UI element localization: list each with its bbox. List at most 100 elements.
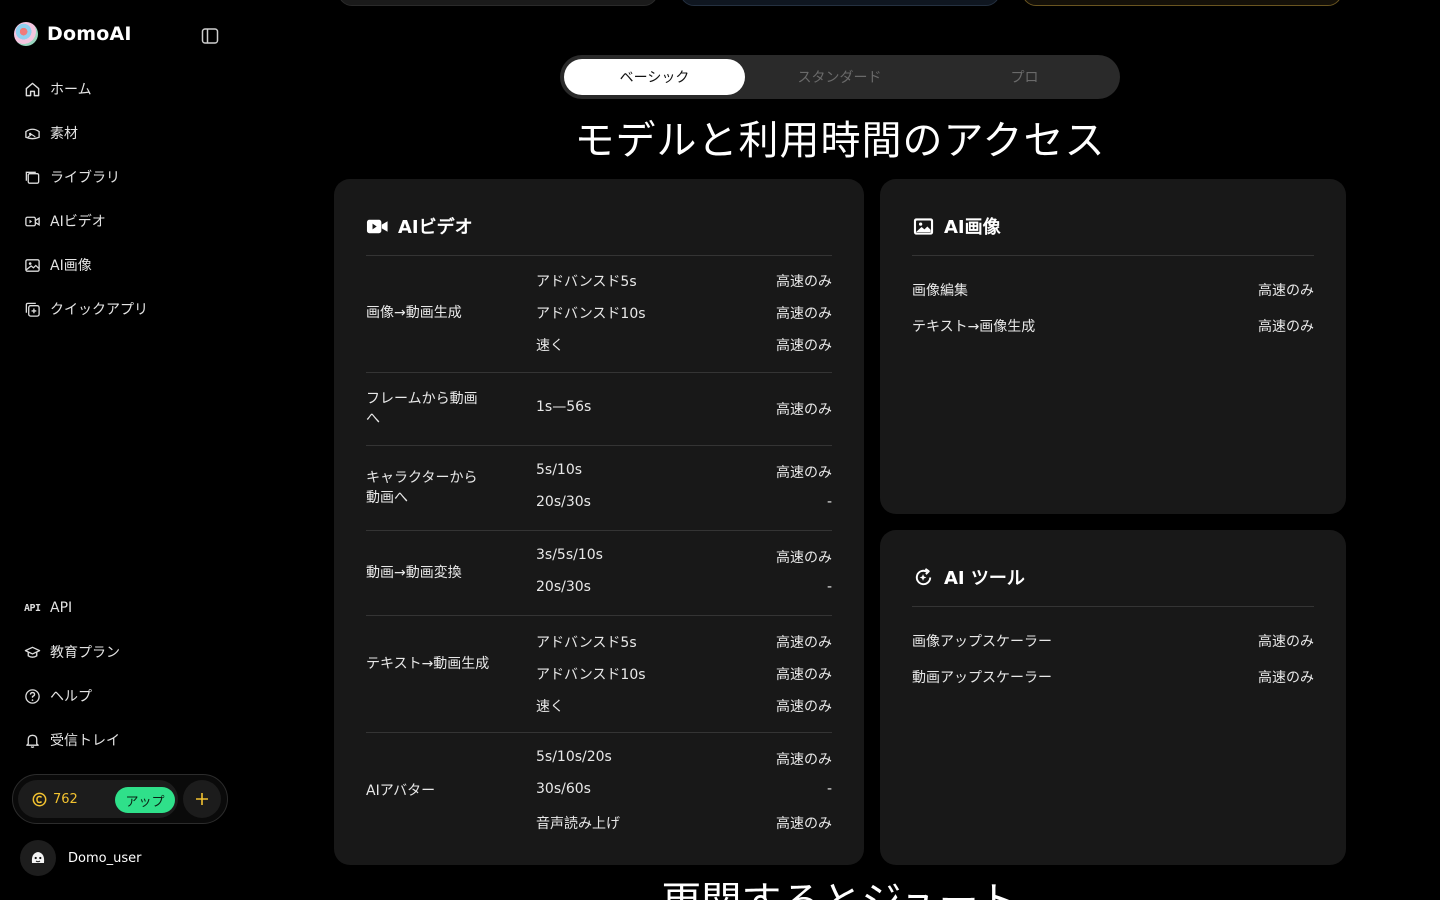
speed-value: - bbox=[826, 494, 832, 510]
education-icon bbox=[24, 646, 41, 658]
upgrade-button[interactable]: アップ bbox=[115, 787, 175, 813]
option-label: 速く bbox=[536, 699, 564, 715]
nav-item-ai-video[interactable]: AIビデオ bbox=[24, 210, 148, 232]
speed-value: 高速のみ bbox=[776, 338, 832, 354]
speed-value: - bbox=[826, 579, 832, 595]
option-row: アドバンスド5s 高速のみ bbox=[366, 271, 832, 291]
ai-tools-card: AI ツール 画像アップスケーラー 高速のみ 動画アップスケーラー 高速のみ bbox=[880, 530, 1346, 865]
option-label: 5s/10s/20s bbox=[536, 749, 612, 765]
next-section-title: 更関するとジュート bbox=[334, 882, 1346, 900]
option-row: 30s/60s - bbox=[366, 781, 832, 801]
brand-name: DomoAI bbox=[47, 23, 132, 45]
speed-value: - bbox=[826, 781, 832, 797]
domoai-logo-icon bbox=[14, 22, 38, 46]
nav-item-home[interactable]: ホーム bbox=[24, 78, 148, 100]
option-label: 速く bbox=[536, 338, 564, 354]
image-icon bbox=[913, 217, 934, 235]
option-row: 3s/5s/10s 高速のみ bbox=[366, 547, 832, 567]
video-camera-icon bbox=[366, 219, 388, 233]
divider bbox=[912, 255, 1314, 256]
divider bbox=[366, 372, 832, 373]
credit-panel: 762 アップ bbox=[12, 774, 228, 824]
nav-item-library[interactable]: ライブラリ bbox=[24, 166, 148, 188]
nav-item-label: AIビデオ bbox=[50, 214, 106, 230]
nav-item-label: ライブラリ bbox=[50, 170, 120, 186]
speed-value: 高速のみ bbox=[776, 816, 832, 832]
tab-basic[interactable]: ベーシック bbox=[564, 59, 745, 95]
secondary-nav: API API 教育プラン ヘルプ 受信トレイ bbox=[24, 597, 120, 773]
speed-value: 高速のみ bbox=[776, 402, 832, 418]
tab-pro[interactable]: プロ bbox=[934, 59, 1115, 95]
avatar bbox=[20, 840, 56, 876]
plan-tabs: ベーシック スタンダード プロ bbox=[560, 55, 1120, 99]
option-label: アドバンスド5s bbox=[536, 274, 637, 290]
tab-standard[interactable]: スタンダード bbox=[749, 59, 930, 95]
nav-item-assets[interactable]: 素材 bbox=[24, 122, 148, 144]
nav-item-label: ヘルプ bbox=[50, 689, 92, 705]
option-row: アドバンスド10s 高速のみ bbox=[366, 303, 832, 323]
option-label: 3s/5s/10s bbox=[536, 547, 603, 563]
card-header: AI画像 bbox=[912, 213, 1001, 239]
option-label: アドバンスド10s bbox=[536, 306, 646, 322]
option-label: 音声読み上げ bbox=[536, 816, 620, 832]
option-row: 20s/30s - bbox=[366, 579, 832, 599]
sidebar: DomoAI ホーム 素材 ライブラリ AIビデオ AI画像 クイックアプリ A… bbox=[0, 0, 240, 900]
divider bbox=[366, 530, 832, 531]
divider bbox=[366, 255, 832, 256]
divider bbox=[366, 732, 832, 733]
speed-value: 高速のみ bbox=[776, 306, 832, 322]
option-row: 速く 高速のみ bbox=[366, 696, 832, 716]
option-label: 5s/10s bbox=[536, 462, 583, 478]
divider bbox=[366, 615, 832, 616]
speed-value: 高速のみ bbox=[1258, 634, 1314, 650]
speed-value: 高速のみ bbox=[1258, 283, 1314, 299]
option-row: 5s/10s 高速のみ bbox=[366, 462, 832, 482]
nav-item-label: AI画像 bbox=[50, 258, 92, 274]
card-header: AI ツール bbox=[912, 564, 1025, 590]
card-title: AIビデオ bbox=[398, 217, 473, 238]
bell-icon bbox=[26, 734, 39, 748]
option-row: アドバンスド10s 高速のみ bbox=[366, 664, 832, 684]
speed-value: 高速のみ bbox=[776, 274, 832, 290]
nav-item-inbox[interactable]: 受信トレイ bbox=[24, 729, 120, 751]
add-credits-button[interactable] bbox=[183, 780, 221, 818]
feature-label: 動画アップスケーラー bbox=[912, 670, 1052, 686]
speed-value: 高速のみ bbox=[776, 699, 832, 715]
user-name: Domo_user bbox=[68, 850, 142, 866]
brand[interactable]: DomoAI bbox=[14, 22, 132, 46]
sidebar-toggle-icon[interactable] bbox=[201, 27, 219, 45]
plus-icon bbox=[196, 793, 208, 805]
speed-value: 高速のみ bbox=[776, 635, 832, 651]
help-icon bbox=[25, 688, 40, 704]
credit-count: 762 bbox=[53, 791, 78, 807]
option-label: アドバンスド10s bbox=[536, 667, 646, 683]
speed-value: 高速のみ bbox=[776, 550, 832, 566]
image-feature-row: テキスト→画像生成 高速のみ bbox=[912, 316, 1314, 336]
speed-value: 高速のみ bbox=[776, 752, 832, 768]
nav-item-help[interactable]: ヘルプ bbox=[24, 685, 120, 707]
feature-label: テキスト→画像生成 bbox=[912, 319, 1036, 335]
option-row: アドバンスド5s 高速のみ bbox=[366, 632, 832, 652]
user-profile[interactable]: Domo_user bbox=[20, 840, 141, 876]
avatar-mascot-icon bbox=[31, 852, 45, 863]
option-row: 速く 高速のみ bbox=[366, 335, 832, 355]
nav-item-education[interactable]: 教育プラン bbox=[24, 641, 120, 663]
image-feature-row: 画像編集 高速のみ bbox=[912, 280, 1314, 300]
feature-label: 画像アップスケーラー bbox=[912, 634, 1052, 650]
nav-item-label: ホーム bbox=[50, 82, 92, 98]
nav-item-label: 素材 bbox=[50, 126, 78, 142]
credit-balance[interactable]: 762 アップ bbox=[18, 780, 178, 818]
nav-item-ai-image[interactable]: AI画像 bbox=[24, 254, 148, 276]
speed-value: 高速のみ bbox=[1258, 670, 1314, 686]
nav-item-quick-app[interactable]: クイックアプリ bbox=[24, 298, 148, 320]
card-title: AI ツール bbox=[944, 568, 1025, 589]
image-icon bbox=[25, 258, 40, 272]
nav-item-api[interactable]: API API bbox=[24, 597, 120, 619]
card-header: AIビデオ bbox=[366, 213, 473, 239]
tool-feature-row: 画像アップスケーラー 高速のみ bbox=[912, 631, 1314, 651]
option-label: 20s/30s bbox=[536, 494, 591, 510]
ai-image-card: AI画像 画像編集 高速のみ テキスト→画像生成 高速のみ bbox=[880, 179, 1346, 514]
option-row: 20s/30s - bbox=[366, 494, 832, 514]
quick-app-icon bbox=[25, 302, 40, 317]
option-label: 1s—56s bbox=[536, 399, 592, 415]
